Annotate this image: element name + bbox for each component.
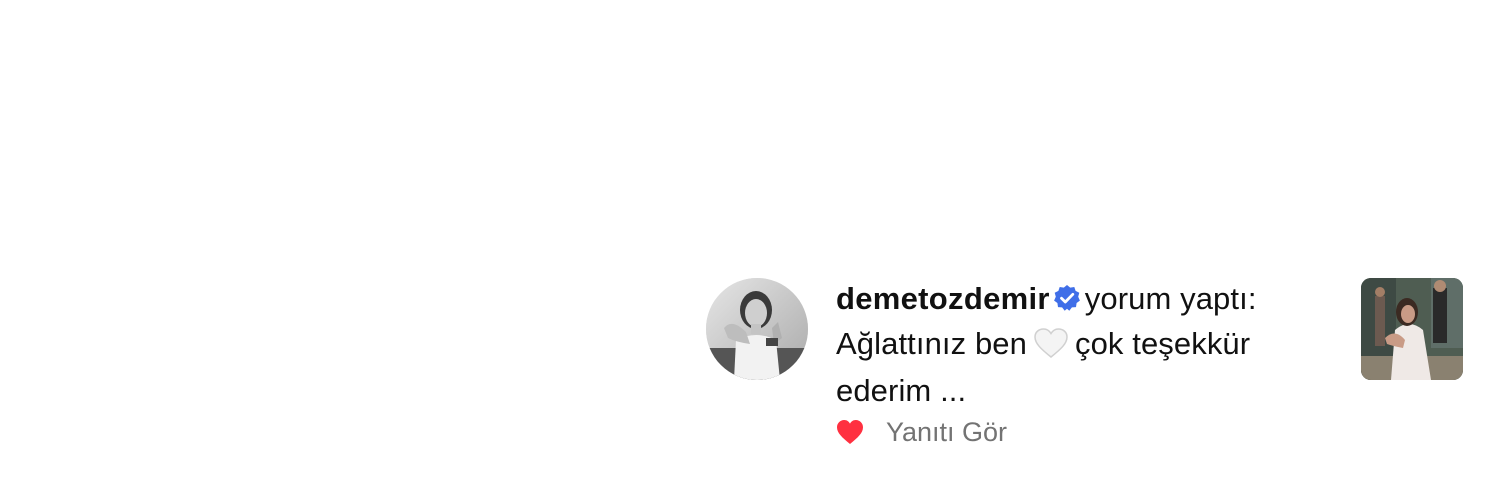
liked-heart-icon[interactable]: [836, 419, 864, 445]
user-avatar[interactable]: [706, 278, 808, 380]
post-thumbnail-image: [1361, 278, 1463, 380]
avatar-photo: [706, 278, 808, 380]
comment-notification[interactable]: demetozdemir yorum yaptı: Ağlattınız ben ço…: [706, 278, 1466, 448]
username[interactable]: demetozdemir: [836, 281, 1050, 316]
comment-text-part1: Ağlattınız ben: [836, 326, 1027, 361]
post-thumbnail[interactable]: [1361, 278, 1463, 380]
white-heart-icon: [1033, 327, 1069, 370]
verified-badge-icon: [1053, 281, 1081, 323]
notification-actions: Yanıtı Gör: [836, 412, 1007, 452]
action-text: yorum yaptı:: [1084, 281, 1257, 316]
notification-text: demetozdemir yorum yaptı: Ağlattınız ben ço…: [836, 278, 1326, 412]
view-reply-link[interactable]: Yanıtı Gör: [886, 417, 1007, 448]
